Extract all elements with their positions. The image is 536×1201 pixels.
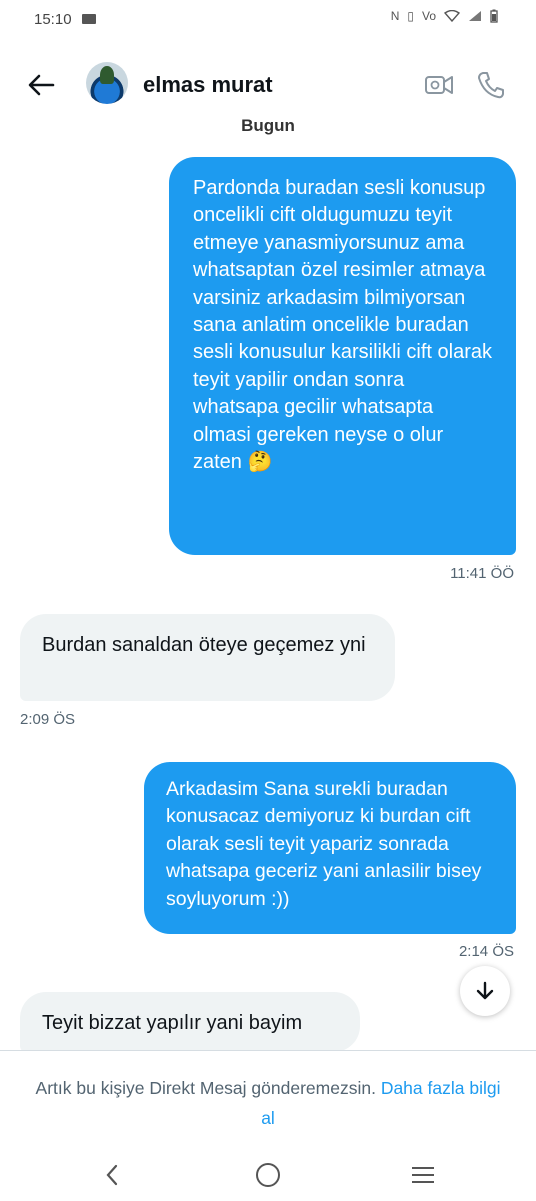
nfc-icon: N bbox=[390, 9, 400, 23]
phone-icon[interactable] bbox=[476, 70, 506, 100]
system-nav-bar bbox=[0, 1151, 536, 1201]
nav-recents-icon[interactable] bbox=[412, 1167, 434, 1188]
status-time: 15:10 bbox=[34, 11, 72, 28]
nav-back-icon[interactable] bbox=[104, 1163, 120, 1187]
notice-text: Artık bu kişiye Direkt Mesaj gönderemezs… bbox=[35, 1078, 376, 1098]
status-bar: 15:10 N ▯ Vo bbox=[0, 0, 536, 40]
contact-name[interactable]: elmas murat bbox=[143, 72, 273, 98]
nav-home-icon[interactable] bbox=[256, 1163, 280, 1187]
avatar[interactable] bbox=[86, 62, 128, 104]
signal-icon bbox=[469, 11, 481, 21]
video-call-icon[interactable] bbox=[424, 72, 454, 98]
day-separator: Bugun bbox=[241, 116, 295, 135]
wifi-icon bbox=[444, 10, 460, 22]
message-timestamp: 2:14 ÖS bbox=[458, 943, 514, 960]
message-bubble-incoming[interactable]: Burdan sanaldan öteye geçemez yni bbox=[20, 614, 395, 701]
volte-icon: Vo bbox=[421, 9, 436, 23]
scroll-to-bottom-button[interactable] bbox=[460, 966, 510, 1016]
conversation-header: elmas murat bbox=[0, 50, 536, 120]
battery-icon bbox=[490, 9, 498, 23]
arrow-down-icon bbox=[476, 981, 494, 1000]
dm-disabled-notice: Artık bu kişiye Direkt Mesaj gönderemezs… bbox=[30, 1073, 506, 1133]
message-bubble-incoming[interactable]: Teyit bizzat yapılır yani bayim bbox=[20, 992, 360, 1052]
message-timestamp: 2:09 ÖS bbox=[20, 711, 76, 728]
message-bubble-outgoing[interactable]: Arkadasim Sana surekli buradan konusacaz… bbox=[144, 762, 516, 934]
message-timestamp: 11:41 ÖÖ bbox=[450, 565, 514, 582]
message-bubble-outgoing[interactable]: Pardonda buradan sesli konusup oncelikli… bbox=[169, 157, 516, 555]
footer: Artık bu kişiye Direkt Mesaj gönderemezs… bbox=[0, 1050, 536, 1201]
status-icons: N ▯ Vo bbox=[391, 9, 498, 23]
vibrate-icon: ▯ bbox=[407, 9, 414, 23]
mail-icon bbox=[82, 14, 96, 24]
back-arrow-icon[interactable] bbox=[24, 68, 58, 102]
